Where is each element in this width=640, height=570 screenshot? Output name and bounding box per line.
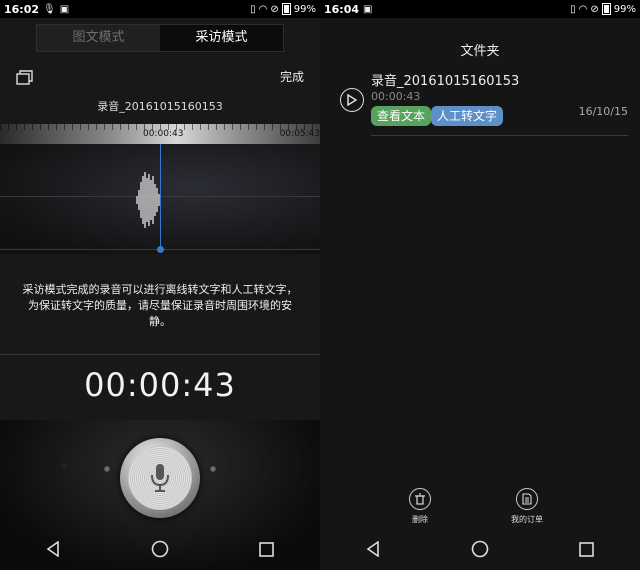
status-time: 16:02	[4, 2, 40, 16]
recents-icon[interactable]	[567, 534, 607, 564]
status-bar: 16:02 🎙 ▣ ▯ ◠ ⊘ 99%	[0, 0, 320, 18]
delete-button[interactable]: 删除	[390, 488, 450, 525]
timeline-ruler[interactable]: 00:00:43 00:05:43	[0, 124, 320, 144]
battery-icon	[281, 3, 291, 15]
alarm-icon: ⊘	[270, 3, 279, 15]
tab-interview-mode[interactable]: 采访模式	[160, 25, 283, 51]
left-indicator-light	[104, 466, 110, 472]
play-icon[interactable]	[340, 88, 364, 112]
status-bar: 16:04 ▣ ▯ ◠ ⊘ 99%	[320, 0, 640, 18]
vibrate-icon: ▯	[570, 3, 576, 15]
battery-icon	[601, 3, 611, 15]
back-icon[interactable]	[33, 534, 73, 564]
nav-bar	[0, 528, 320, 570]
delete-label: 删除	[412, 515, 428, 524]
my-orders-label: 我的订单	[511, 515, 543, 524]
mode-tabs: 图文模式 采访模式	[36, 24, 284, 52]
list-divider	[371, 135, 628, 136]
battery-percent: 99%	[293, 3, 316, 15]
timeline-current: 00:00:43	[143, 129, 184, 139]
done-button[interactable]: 完成	[280, 68, 304, 85]
timeline-total: 00:05:43	[279, 129, 320, 139]
my-orders-button[interactable]: 我的订单	[497, 488, 557, 525]
waveform-area	[0, 144, 320, 254]
wifi-icon: ◠	[578, 3, 588, 15]
file-duration: 00:00:43	[371, 90, 421, 103]
status-right: ▯ ◠ ⊘ 99%	[250, 3, 316, 15]
recording-name: 录音_20161015160153	[97, 100, 223, 113]
microphone-icon	[128, 446, 192, 510]
home-icon[interactable]	[140, 534, 180, 564]
divider	[0, 354, 320, 355]
playhead-handle[interactable]	[157, 246, 164, 253]
document-icon	[516, 488, 538, 510]
nav-bar	[320, 528, 640, 570]
vibrate-icon: ▯	[250, 3, 256, 15]
view-text-button[interactable]: 查看文本	[371, 106, 432, 126]
right-indicator-light	[210, 466, 216, 472]
app-notification-icon: ▣	[363, 3, 373, 15]
folder-list-icon[interactable]	[16, 70, 34, 86]
tab-graphic-mode[interactable]: 图文模式	[37, 25, 160, 51]
waveform	[136, 172, 160, 228]
home-icon[interactable]	[460, 534, 500, 564]
back-icon[interactable]	[353, 534, 393, 564]
status-right: ▯ ◠ ⊘ 99%	[570, 3, 636, 15]
app-notification-icon: ▣	[59, 3, 70, 15]
file-date: 16/10/15	[578, 105, 628, 118]
recording-timer: 00:00:43	[84, 366, 236, 404]
interview-mode-info: 采访模式完成的录音可以进行离线转文字和人工转文字，为保证转文字的质量，请尽量保证…	[22, 283, 298, 328]
recorder-screen: 16:02 🎙 ▣ ▯ ◠ ⊘ 99% 图文模式 采访模式 完成 录音_2016…	[0, 0, 320, 570]
folder-screen: 16:04 ▣ ▯ ◠ ⊘ 99% 文件夹 录音_20161015160153 …	[320, 0, 640, 570]
status-time: 16:04	[324, 2, 360, 16]
mic-status-icon: 🎙	[43, 3, 56, 15]
wifi-icon: ◠	[258, 3, 268, 15]
alarm-icon: ⊘	[590, 3, 599, 15]
record-button[interactable]	[120, 438, 200, 518]
recents-icon[interactable]	[247, 534, 287, 564]
trash-icon	[409, 488, 431, 510]
manual-transcription-button[interactable]: 人工转文字	[431, 106, 504, 126]
file-name[interactable]: 录音_20161015160153	[371, 70, 519, 89]
page-title: 文件夹	[460, 44, 500, 59]
battery-percent: 99%	[613, 3, 636, 15]
playhead-line[interactable]	[160, 144, 161, 250]
